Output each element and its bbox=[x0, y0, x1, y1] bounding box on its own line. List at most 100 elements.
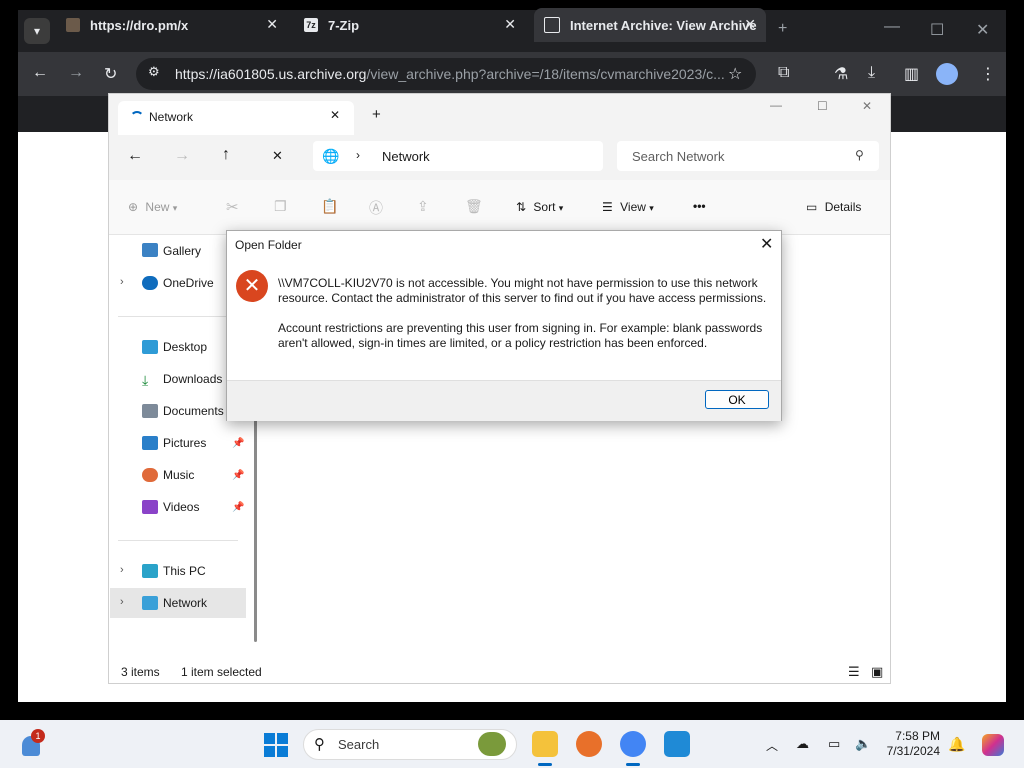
dialog-footer bbox=[227, 380, 781, 421]
videos-icon bbox=[142, 500, 158, 514]
chrome-icon[interactable] bbox=[620, 731, 646, 757]
reload-icon[interactable]: ↻ bbox=[104, 64, 117, 84]
expand-chevron-icon[interactable]: › bbox=[120, 564, 124, 576]
nav-item-desktop[interactable]: Desktop bbox=[163, 340, 207, 354]
search-highlight-icon bbox=[478, 732, 506, 756]
nav-item-onedrive[interactable]: OneDrive bbox=[163, 276, 214, 290]
new-tab-icon[interactable]: + bbox=[778, 20, 787, 38]
nav-item-network[interactable]: Network bbox=[163, 596, 207, 610]
more-options-button[interactable]: ••• bbox=[693, 199, 706, 213]
network-icon bbox=[142, 596, 158, 610]
cut-icon[interactable]: ✂ bbox=[226, 198, 239, 216]
nav-item-pictures[interactable]: Pictures bbox=[163, 436, 206, 450]
expand-chevron-icon[interactable]: › bbox=[120, 276, 124, 288]
active-app-indicator bbox=[538, 763, 552, 766]
vscode-icon[interactable] bbox=[664, 731, 690, 757]
stop-icon[interactable]: ✕ bbox=[272, 148, 283, 164]
this-pc-icon bbox=[142, 564, 158, 578]
chevron-down-icon: ▾ bbox=[172, 203, 178, 213]
volume-icon[interactable]: 🔈 bbox=[855, 736, 871, 752]
delete-icon[interactable]: 🗑 bbox=[465, 198, 483, 215]
firefox-icon[interactable] bbox=[576, 731, 602, 757]
nav-item-this-pc[interactable]: This PC bbox=[163, 564, 206, 578]
details-pane-icon: ▭ bbox=[806, 200, 818, 214]
maximize-icon[interactable]: ☐ bbox=[930, 20, 944, 40]
maximize-icon[interactable]: ☐ bbox=[817, 99, 828, 113]
close-window-icon[interactable]: ✕ bbox=[976, 20, 989, 40]
nav-item-documents[interactable]: Documents bbox=[163, 404, 224, 418]
taskbar-clock[interactable]: 7:58 PM 7/31/2024 bbox=[884, 729, 940, 759]
close-tab-icon[interactable]: ✕ bbox=[266, 16, 278, 33]
tab-search-button[interactable]: ▾ bbox=[24, 18, 50, 44]
profile-avatar-icon[interactable] bbox=[936, 63, 958, 85]
new-button[interactable]: ⊕ New ▾ bbox=[128, 200, 177, 214]
music-icon bbox=[142, 468, 158, 482]
menu-kebab-icon[interactable]: ⋮ bbox=[980, 64, 996, 84]
nav-item-music[interactable]: Music bbox=[163, 468, 194, 482]
forward-icon[interactable]: → bbox=[68, 64, 84, 82]
paste-icon[interactable]: 📋 bbox=[321, 198, 338, 215]
close-window-icon[interactable]: ✕ bbox=[862, 99, 872, 113]
rename-icon[interactable]: Ⓐ bbox=[369, 198, 383, 218]
nav-item-downloads[interactable]: Downloads bbox=[163, 372, 222, 386]
network-offline-icon[interactable]: ☁ bbox=[796, 736, 809, 752]
back-icon[interactable]: ← bbox=[32, 64, 48, 82]
onedrive-icon bbox=[142, 276, 158, 290]
bookmark-star-icon[interactable]: ☆ bbox=[728, 64, 742, 84]
ok-button[interactable]: OK bbox=[705, 390, 769, 409]
search-input[interactable]: Search Network bbox=[632, 149, 724, 164]
up-icon[interactable]: ↑ bbox=[222, 146, 230, 164]
show-hidden-icons-icon[interactable]: ︿ bbox=[766, 737, 778, 754]
copy-icon[interactable]: ❐ bbox=[274, 198, 287, 215]
url-text: https://ia601805.us.archive.org/view_arc… bbox=[175, 66, 725, 82]
browser-tab-3[interactable]: Internet Archive: View Archive ✕ bbox=[534, 8, 766, 42]
close-tab-icon[interactable]: ✕ bbox=[330, 108, 340, 122]
copilot-icon[interactable] bbox=[982, 734, 1004, 756]
details-button[interactable]: ▭ Details bbox=[806, 200, 861, 214]
nav-divider bbox=[118, 540, 238, 541]
search-icon: ⚲ bbox=[855, 148, 864, 162]
minimize-icon[interactable]: — bbox=[884, 18, 900, 36]
start-windows-icon[interactable] bbox=[264, 733, 288, 757]
pin-icon: 📌 bbox=[232, 470, 245, 481]
close-tab-icon[interactable]: ✕ bbox=[504, 16, 516, 33]
site-favicon-icon bbox=[66, 18, 80, 32]
error-message-secondary: Account restrictions are preventing this… bbox=[278, 321, 763, 350]
close-tab-icon[interactable]: ✕ bbox=[744, 16, 756, 33]
documents-icon bbox=[142, 404, 158, 418]
site-settings-icon[interactable]: ⚙ bbox=[148, 64, 160, 80]
loading-spinner-icon bbox=[130, 111, 144, 125]
view-button[interactable]: ☰ View ▾ bbox=[602, 200, 654, 214]
minimize-icon[interactable]: — bbox=[770, 98, 782, 112]
browser-tab-1[interactable]: https://dro.pm/x ✕ bbox=[56, 8, 288, 42]
list-view-icon[interactable]: ☰ bbox=[848, 664, 860, 680]
nav-item-gallery[interactable]: Gallery bbox=[163, 244, 201, 258]
download-icon[interactable]: ⤓ bbox=[868, 64, 875, 82]
new-tab-icon[interactable]: + bbox=[372, 106, 381, 123]
notification-badge: 1 bbox=[31, 729, 45, 743]
dialog-title: Open Folder bbox=[235, 238, 302, 252]
status-item-count: 3 items bbox=[121, 665, 160, 679]
labs-icon[interactable]: ⚗ bbox=[834, 64, 848, 84]
sort-button[interactable]: ⇅ Sort ▾ bbox=[516, 200, 563, 214]
address-text: Network bbox=[382, 149, 430, 164]
7zip-icon: 7z bbox=[304, 18, 318, 32]
downloads-icon: ⤓ bbox=[142, 372, 149, 388]
forward-icon[interactable]: → bbox=[174, 147, 190, 165]
extensions-icon[interactable]: ⧉ bbox=[778, 64, 789, 82]
side-panel-icon[interactable]: ▥ bbox=[904, 64, 919, 84]
breadcrumb-chevron-icon[interactable]: › bbox=[356, 148, 360, 162]
close-icon[interactable]: ✕ bbox=[760, 234, 773, 254]
share-icon[interactable]: ⇪ bbox=[417, 198, 429, 215]
file-explorer-taskbar-icon[interactable] bbox=[532, 731, 558, 757]
dialog-message: \\VM7COLL-KIU2V70 is not accessible. You… bbox=[278, 276, 768, 351]
browser-tab-2[interactable]: 7z 7-Zip ✕ bbox=[294, 8, 526, 42]
back-icon[interactable]: ← bbox=[127, 147, 143, 165]
taskbar-search-label: Search bbox=[338, 737, 380, 752]
nav-scrollbar[interactable] bbox=[254, 420, 257, 642]
notifications-bell-icon[interactable]: 🔔 bbox=[948, 736, 965, 753]
display-icon[interactable]: ▭ bbox=[828, 736, 840, 752]
expand-chevron-icon[interactable]: › bbox=[120, 596, 124, 608]
tiles-view-icon[interactable]: ▣ bbox=[871, 664, 883, 680]
nav-item-videos[interactable]: Videos bbox=[163, 500, 199, 514]
